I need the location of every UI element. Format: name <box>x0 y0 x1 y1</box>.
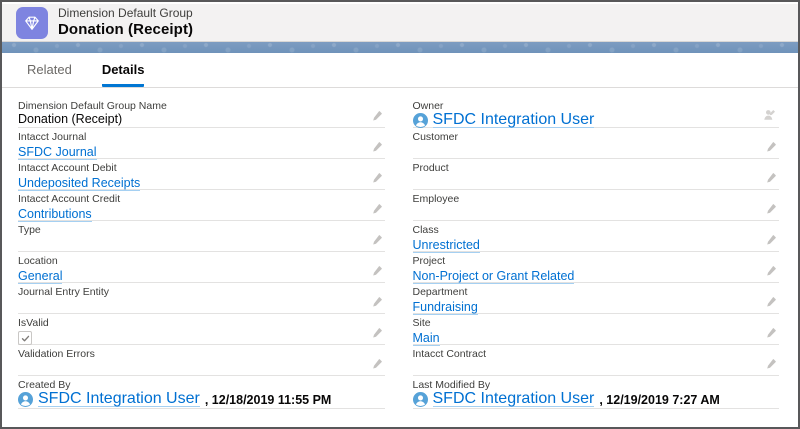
edit-pencil-icon[interactable] <box>765 327 777 339</box>
field-intacct-account-debit: Intacct Account Debit Undeposited Receip… <box>18 159 385 190</box>
field-label: Dimension Default Group Name <box>18 100 385 112</box>
tab-details[interactable]: Details <box>102 62 145 87</box>
field-label: Customer <box>413 131 780 143</box>
created-by-user-link[interactable]: SFDC Integration User <box>38 392 200 407</box>
theme-background-band <box>2 42 798 53</box>
change-owner-icon[interactable] <box>763 108 777 122</box>
field-label: Employee <box>413 193 780 205</box>
field-created-by: Created By SFDC Integration User , 12/18… <box>18 376 385 409</box>
edit-pencil-icon[interactable] <box>371 265 383 277</box>
edit-pencil-icon[interactable] <box>765 203 777 215</box>
field-label: IsValid <box>18 317 385 329</box>
field-label: Location <box>18 255 385 267</box>
edit-pencil-icon[interactable] <box>371 141 383 153</box>
field-customer: Customer <box>413 128 780 159</box>
field-label: Intacct Contract <box>413 348 780 360</box>
field-isvalid: IsValid <box>18 314 385 345</box>
field-location: Location General <box>18 252 385 283</box>
custom-object-gem-icon <box>16 7 48 39</box>
edit-pencil-icon[interactable] <box>371 234 383 246</box>
field-site: Site Main <box>413 314 780 345</box>
detail-column-left: Dimension Default Group Name Donation (R… <box>18 97 385 409</box>
field-value-link[interactable]: General <box>18 269 62 284</box>
field-class: Class Unrestricted <box>413 221 780 252</box>
edit-pencil-icon[interactable] <box>371 358 383 370</box>
field-label: Intacct Account Debit <box>18 162 385 174</box>
edit-pencil-icon[interactable] <box>371 172 383 184</box>
edit-pencil-icon[interactable] <box>371 296 383 308</box>
field-value-link[interactable]: Unrestricted <box>413 238 480 253</box>
field-project: Project Non-Project or Grant Related <box>413 252 780 283</box>
field-dimension-default-group-name: Dimension Default Group Name Donation (R… <box>18 97 385 128</box>
field-intacct-contract: Intacct Contract <box>413 345 780 376</box>
field-value-link[interactable]: Main <box>413 331 440 346</box>
record-type-label: Dimension Default Group <box>58 7 193 21</box>
edit-pencil-icon[interactable] <box>765 141 777 153</box>
field-product: Product <box>413 159 780 190</box>
edit-pencil-icon[interactable] <box>371 327 383 339</box>
edit-pencil-icon[interactable] <box>765 172 777 184</box>
field-label: Intacct Account Credit <box>18 193 385 205</box>
field-department: Department Fundraising <box>413 283 780 314</box>
field-intacct-journal: Intacct Journal SFDC Journal <box>18 128 385 159</box>
record-header: Dimension Default Group Donation (Receip… <box>2 4 798 42</box>
field-employee: Employee <box>413 190 780 221</box>
edit-pencil-icon[interactable] <box>765 358 777 370</box>
page-title: Donation (Receipt) <box>58 21 193 38</box>
field-label: Intacct Journal <box>18 131 385 143</box>
last-modified-by-user-link[interactable]: SFDC Integration User <box>433 392 595 407</box>
tab-related[interactable]: Related <box>27 62 72 87</box>
edit-pencil-icon[interactable] <box>371 110 383 122</box>
user-avatar-icon <box>413 113 428 128</box>
record-detail-panel: Dimension Default Group Name Donation (R… <box>2 88 798 409</box>
field-journal-entry-entity: Journal Entry Entity <box>18 283 385 314</box>
field-label: Type <box>18 224 385 236</box>
field-label: Product <box>413 162 780 174</box>
field-intacct-account-credit: Intacct Account Credit Contributions <box>18 190 385 221</box>
field-owner: Owner SFDC Integration User <box>413 97 780 128</box>
field-validation-errors: Validation Errors <box>18 345 385 376</box>
last-modified-date: , 12/19/2019 7:27 AM <box>599 393 719 407</box>
field-value-link[interactable]: SFDC Journal <box>18 145 97 160</box>
field-value-link[interactable]: Contributions <box>18 207 92 222</box>
field-value-link[interactable]: Undeposited Receipts <box>18 176 140 191</box>
field-value-link[interactable]: Non-Project or Grant Related <box>413 269 575 284</box>
edit-pencil-icon[interactable] <box>765 265 777 277</box>
created-date: , 12/18/2019 11:55 PM <box>205 393 331 407</box>
owner-user-link[interactable]: SFDC Integration User <box>433 113 595 128</box>
field-type: Type <box>18 221 385 252</box>
field-value: Donation (Receipt) <box>18 112 385 127</box>
edit-pencil-icon[interactable] <box>371 203 383 215</box>
isvalid-checkbox[interactable] <box>18 331 32 345</box>
detail-column-right: Owner SFDC Integration User Customer Pro… <box>413 97 780 409</box>
field-label: Site <box>413 317 780 329</box>
record-tabs: Related Details <box>2 53 798 88</box>
field-label: Validation Errors <box>18 348 385 360</box>
field-label: Project <box>413 255 780 267</box>
field-value-link[interactable]: Fundraising <box>413 300 478 315</box>
field-last-modified-by: Last Modified By SFDC Integration User ,… <box>413 376 780 409</box>
user-avatar-icon <box>413 392 428 407</box>
edit-pencil-icon[interactable] <box>765 234 777 246</box>
field-label: Class <box>413 224 780 236</box>
field-label: Journal Entry Entity <box>18 286 385 298</box>
user-avatar-icon <box>18 392 33 407</box>
edit-pencil-icon[interactable] <box>765 296 777 308</box>
field-label: Department <box>413 286 780 298</box>
check-icon <box>21 334 30 343</box>
